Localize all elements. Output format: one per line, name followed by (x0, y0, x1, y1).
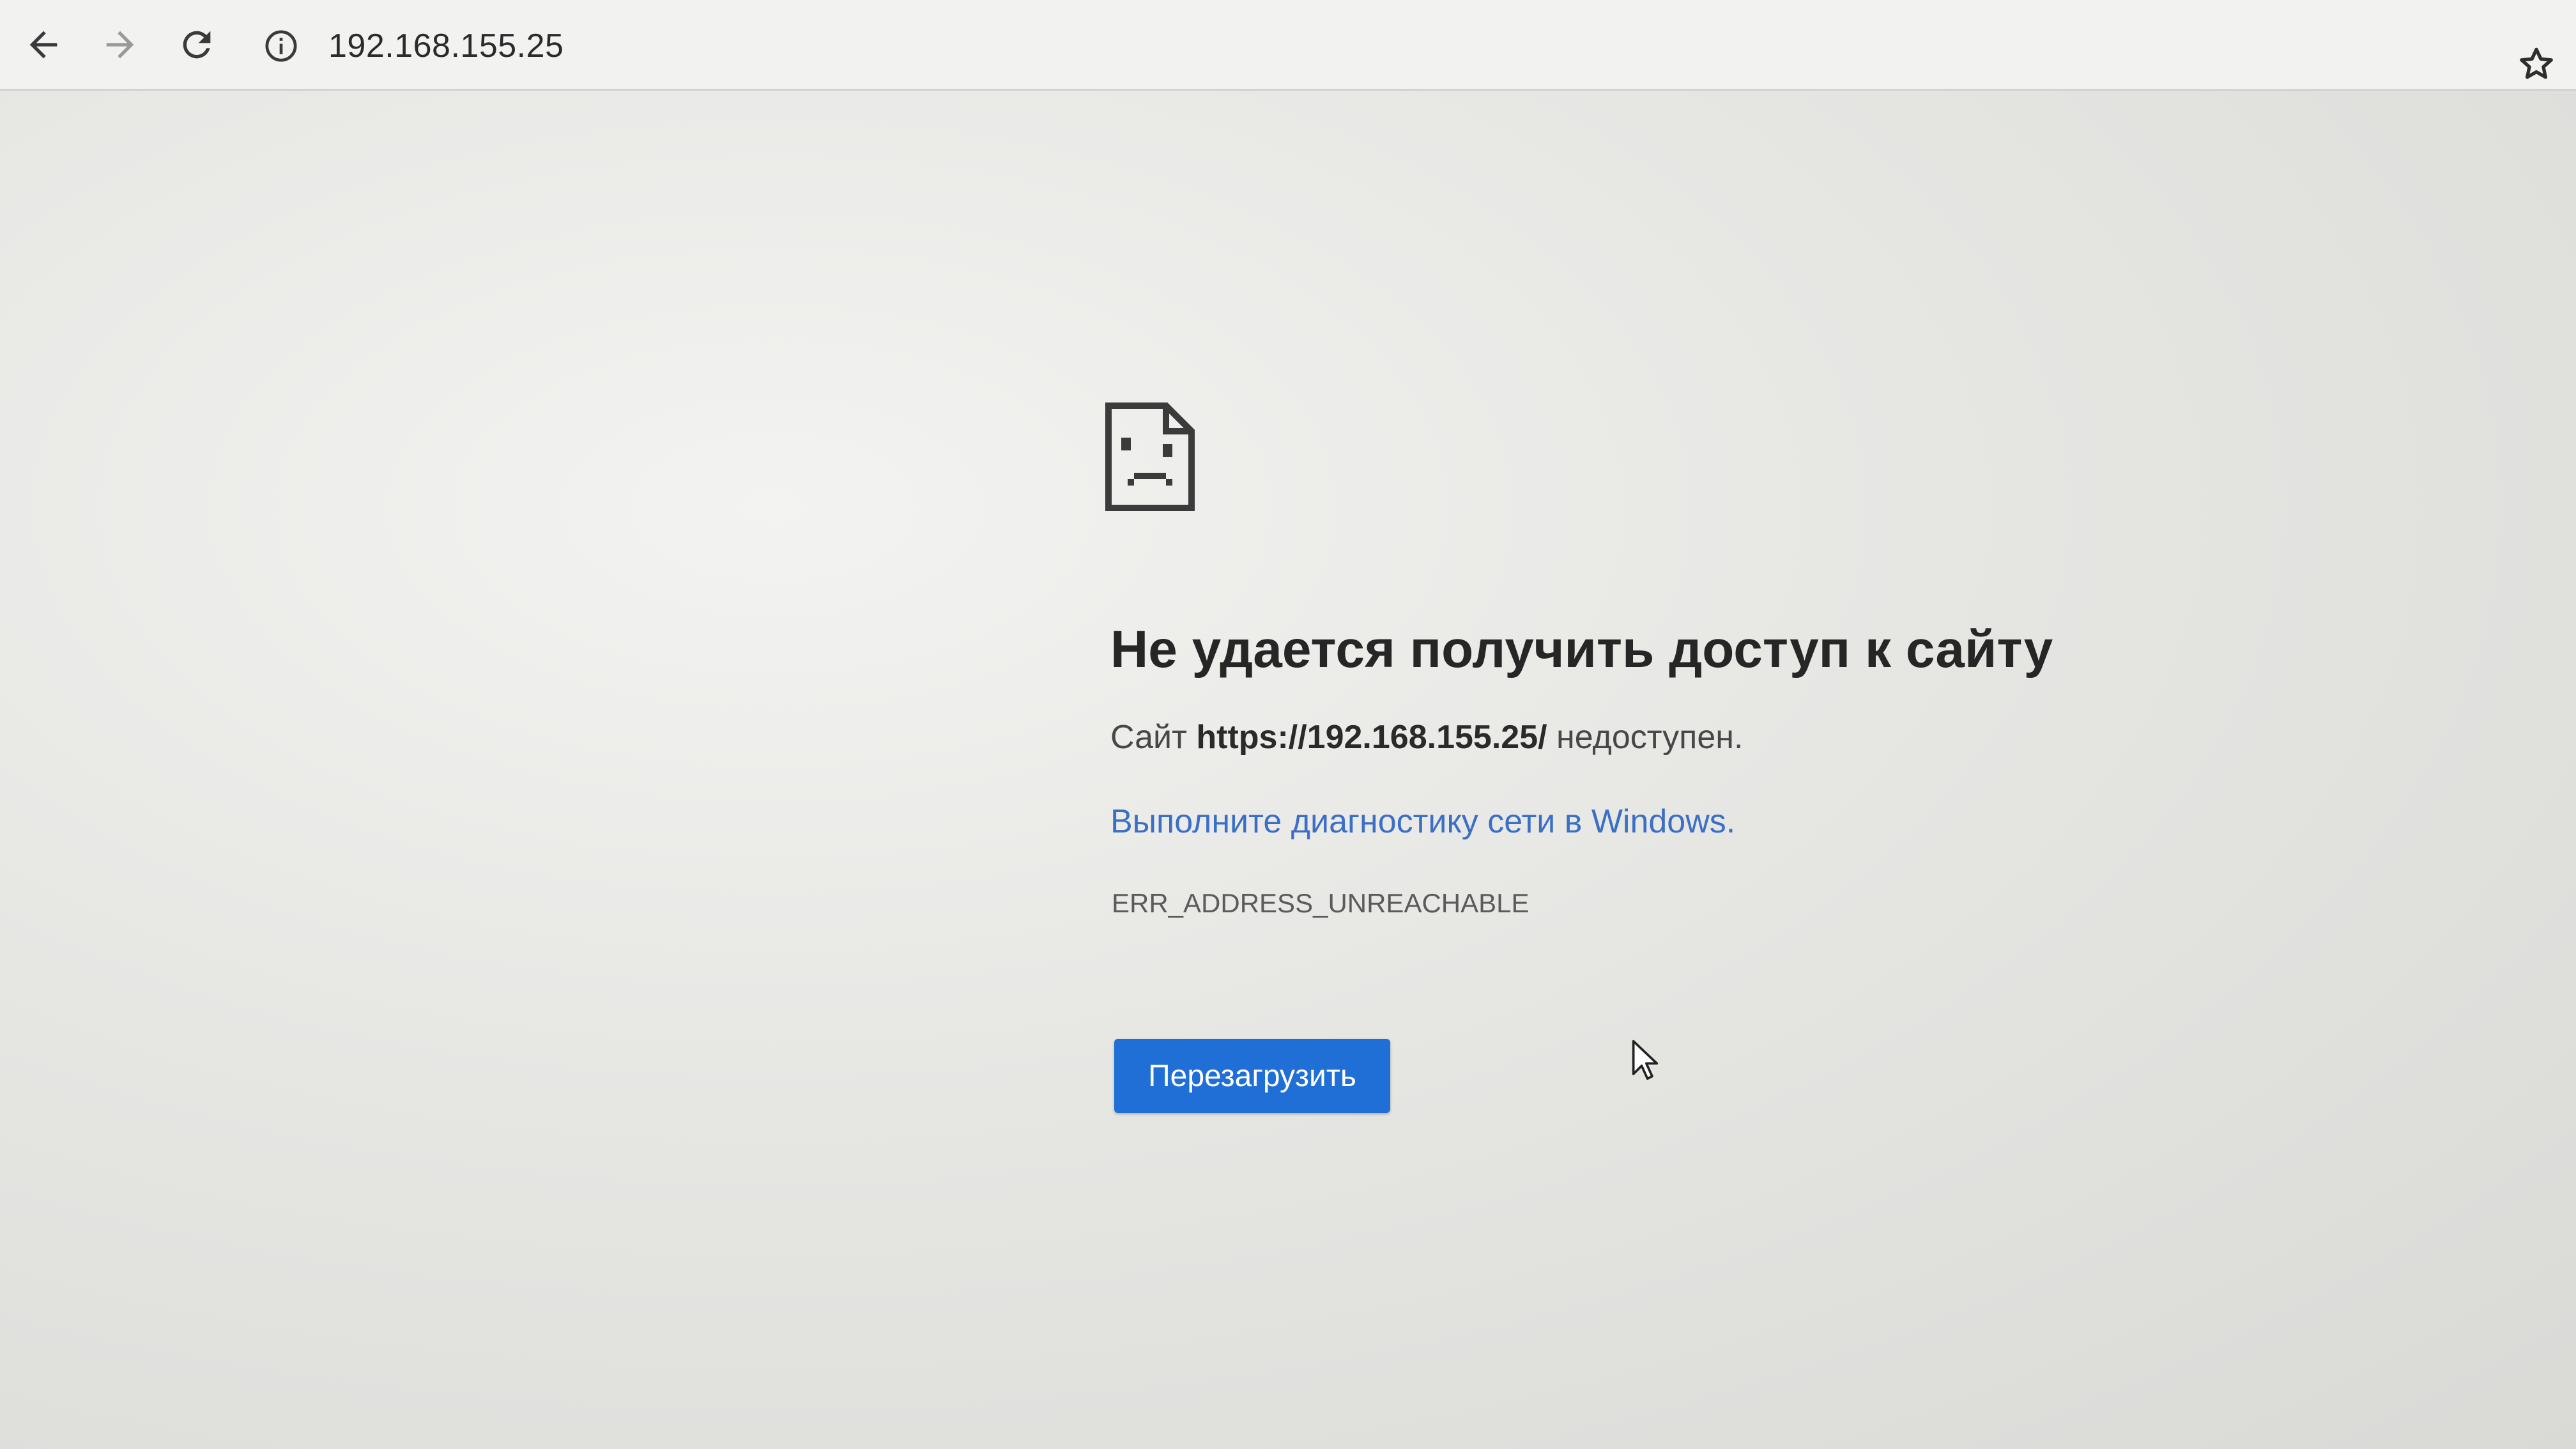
error-code: ERR_ADDRESS_UNREACHABLE (1112, 888, 1529, 918)
reload-icon (176, 24, 217, 68)
browser-toolbar: 192.168.155.25 (0, 0, 2576, 91)
mouse-cursor-icon (1630, 1039, 1660, 1081)
address-bar[interactable]: 192.168.155.25 (262, 14, 2434, 78)
arrow-left-icon (23, 24, 64, 68)
sad-document-icon (1105, 402, 1195, 511)
back-button[interactable] (18, 20, 69, 72)
error-message: Сайт https://192.168.155.25/ недоступен. (1110, 718, 2191, 756)
arrow-right-icon (100, 24, 141, 68)
bookmark-button[interactable] (2511, 40, 2562, 91)
reload-page-button[interactable]: Перезагрузить (1114, 1039, 1390, 1113)
star-icon (2516, 43, 2557, 88)
info-icon[interactable] (262, 27, 300, 65)
network-diagnostics-link[interactable]: Выполните диагностику сети в Windows. (1110, 802, 2191, 841)
url-text: 192.168.155.25 (328, 27, 564, 65)
forward-button[interactable] (95, 20, 146, 72)
message-url: https://192.168.155.25/ (1196, 719, 1547, 756)
page-title: Не удается получить доступ к сайту (1110, 620, 2053, 678)
error-content: Не удается получить доступ к сайту Сайт … (1105, 402, 2191, 1113)
message-prefix: Сайт (1110, 719, 1197, 756)
reload-button[interactable] (171, 20, 222, 72)
message-suffix: недоступен. (1547, 719, 1744, 756)
browser-window: 192.168.155.25 Не удается получить досту… (0, 0, 2576, 1449)
